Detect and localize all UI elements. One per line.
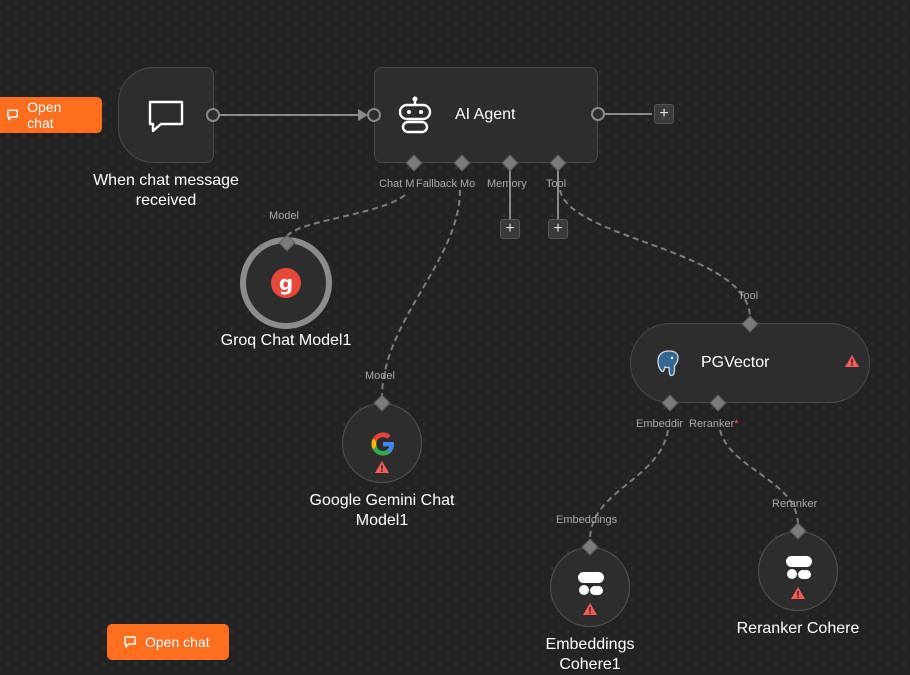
add-tool-button[interactable]: + <box>548 219 568 239</box>
agent-output-port[interactable] <box>591 107 605 121</box>
postgres-elephant-icon <box>657 350 679 377</box>
warning-icon <box>845 355 859 367</box>
embeddings-port-label: Embeddings <box>556 514 618 526</box>
groq-wire <box>286 194 406 237</box>
open-chat-button[interactable]: Open chat <box>0 97 102 133</box>
gemini-wire <box>381 189 461 397</box>
gemini-port-label: Model <box>365 370 395 382</box>
pgvector-node[interactable]: PGVector <box>630 323 870 403</box>
ai-agent-node[interactable]: AI Agent <box>374 67 598 163</box>
add-memory-button[interactable]: + <box>500 219 520 239</box>
pgvector-port-label-embeddings: Embeddir <box>636 418 684 430</box>
reranker-cohere-node[interactable] <box>758 531 838 611</box>
trigger-output-port[interactable] <box>206 108 220 122</box>
agent-add-next-button[interactable]: + <box>654 104 674 124</box>
embeddings-cohere-node[interactable] <box>550 547 630 627</box>
agent-port-label-memory: Memory <box>487 178 527 190</box>
groq-node-title: Groq Chat Model1 <box>220 332 352 349</box>
pgvector-port-label: Tool <box>738 290 759 302</box>
pgvector-port-label-reranker: Reranker* <box>689 418 739 430</box>
robot-icon <box>398 96 432 134</box>
reranker-node-title: Reranker Cohere <box>736 620 860 637</box>
chat-bubble-icon <box>7 109 18 121</box>
chat-bubble-icon <box>148 100 184 133</box>
agent-input-port[interactable] <box>367 108 381 122</box>
reranker-port-label: Reranker <box>772 498 818 510</box>
reranker-wire <box>719 429 799 526</box>
agent-port-label-fallback: Fallback Mo <box>416 178 476 190</box>
embeddings-node-title: Embeddings Cohere1 <box>545 636 635 673</box>
groq-port-label: Model <box>269 210 299 222</box>
cohere-logo-icon <box>578 572 604 595</box>
groq-logo-icon: g <box>271 268 301 298</box>
open-chat-label: Open chat <box>145 634 210 650</box>
agent-port-label-chat: Chat M <box>379 178 415 190</box>
pgvector-title: PGVector <box>701 354 770 371</box>
warning-icon <box>583 603 597 615</box>
open-chat-label: Open chat <box>27 99 62 131</box>
ai-agent-title: AI Agent <box>455 106 516 123</box>
google-logo-icon <box>371 432 394 456</box>
google-gemini-node[interactable] <box>342 403 422 483</box>
gemini-node-title: Google Gemini Chat Model1 <box>309 492 455 529</box>
open-chat-button[interactable]: Open chat <box>107 624 229 660</box>
chat-bubble-icon <box>124 636 136 648</box>
warning-icon <box>791 587 805 599</box>
agent-port-label-tool: Tool <box>546 178 567 190</box>
chat-trigger-node[interactable] <box>118 67 214 163</box>
warning-icon <box>375 461 389 473</box>
cohere-logo-icon <box>786 556 812 579</box>
trigger-node-title: When chat message received <box>93 172 239 209</box>
pgvector-tool-wire <box>559 189 751 319</box>
